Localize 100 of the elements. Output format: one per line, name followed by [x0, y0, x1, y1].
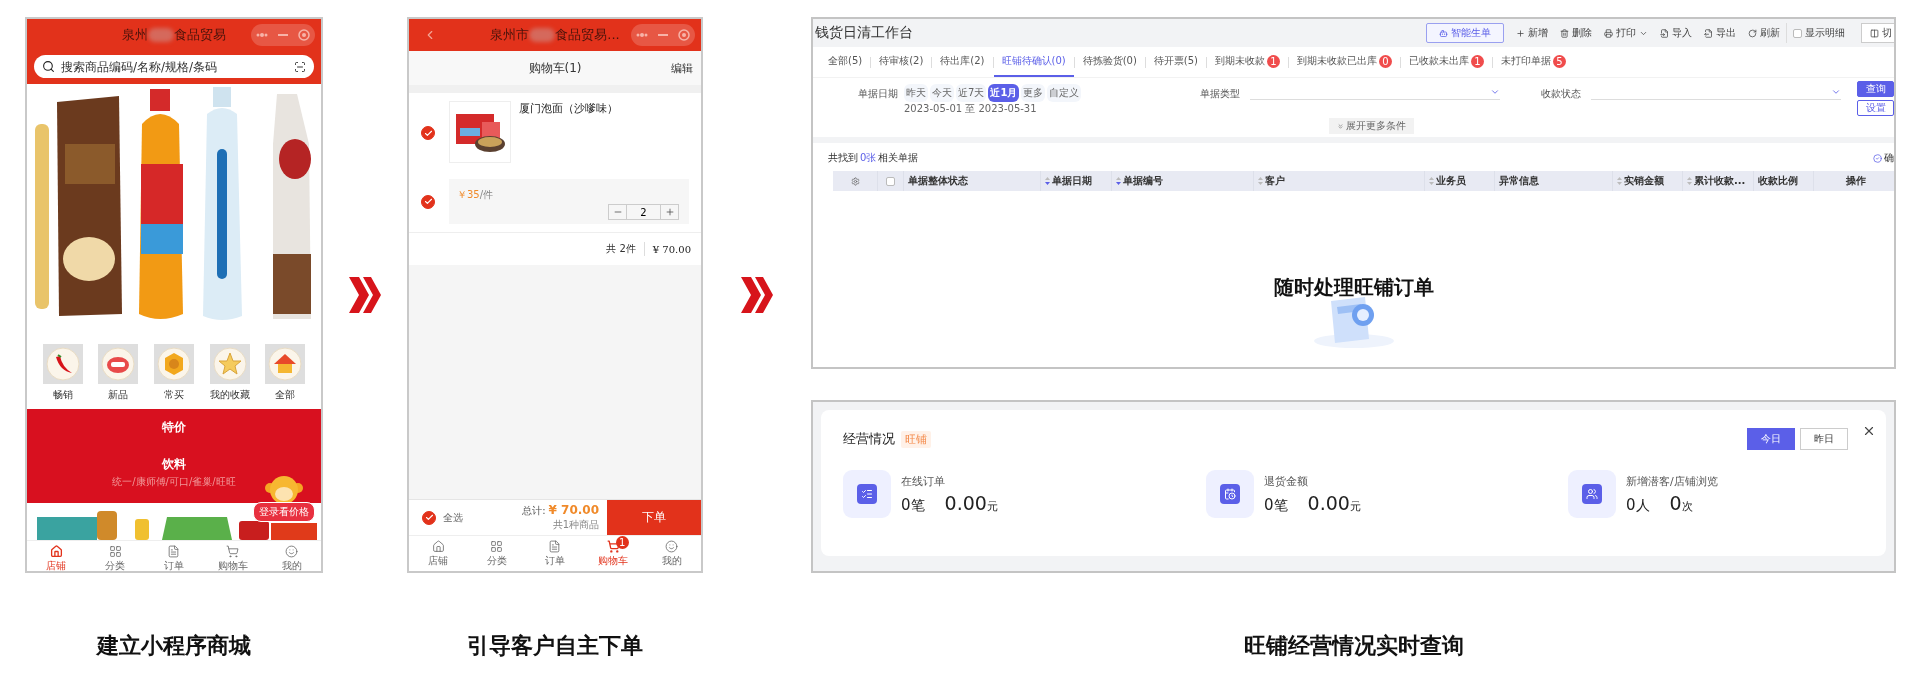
category-tile[interactable] [42, 344, 83, 384]
window-title: 泉州 [122, 26, 148, 44]
mini-program-capsule[interactable] [631, 24, 695, 46]
stat-label: 退货金额 [1264, 474, 1309, 489]
status-tab[interactable]: 待出库(2) [932, 47, 993, 77]
toolbar-button[interactable]: 导出 [1698, 23, 1742, 43]
category-tile[interactable] [265, 344, 306, 384]
select-all-label[interactable]: 全选 [443, 510, 463, 525]
check-circle-icon [1873, 153, 1882, 163]
overlay-caption: 随时处理旺铺订单 [1273, 275, 1434, 299]
category-label[interactable]: 畅销 [52, 388, 73, 402]
coin-icon [157, 347, 191, 381]
column-header[interactable]: 异常信息 [1499, 174, 1539, 188]
settings-button[interactable]: 设置 [1857, 100, 1894, 116]
tab[interactable]: 店铺 [27, 541, 86, 571]
column-header[interactable]: 业务员 [1436, 174, 1466, 188]
more-dots-icon[interactable] [636, 33, 648, 37]
date-chip[interactable]: 今天 [930, 84, 954, 102]
checkbox[interactable] [886, 176, 895, 186]
login-price-badge[interactable]: 登录看价格 [253, 502, 315, 522]
switch-view-button[interactable]: 切 [1861, 23, 1894, 43]
stat-value: 0.00元 [1307, 492, 1361, 514]
date-chip[interactable]: 更多 [1021, 84, 1046, 102]
category-tile[interactable] [209, 344, 250, 384]
checkbox-option[interactable]: 显示明细 [1786, 23, 1851, 43]
category-tile[interactable] [154, 344, 194, 384]
section-title[interactable]: 饮料 [162, 456, 186, 473]
checkbox[interactable] [422, 510, 436, 525]
tab[interactable]: 购物车 [203, 541, 263, 571]
status-tab[interactable]: 到期未收款已出库 0 [1289, 47, 1401, 77]
column-header[interactable]: 单据日期 [1052, 174, 1092, 188]
target-icon[interactable] [678, 29, 690, 41]
toolbar-button[interactable]: 删除 [1554, 23, 1598, 43]
checkbox[interactable] [421, 194, 435, 209]
settings-icon[interactable] [850, 176, 860, 186]
toolbar-button[interactable]: 导入 [1654, 23, 1698, 43]
unit-price: ￥35 [457, 189, 480, 200]
date-chip[interactable]: 昨天 [904, 84, 928, 102]
toolbar-button[interactable]: 新增 [1510, 23, 1554, 43]
tab[interactable]: 分类 [85, 541, 145, 571]
period-button[interactable]: 今日 [1747, 428, 1795, 450]
column-header[interactable]: 单据整体状态 [908, 174, 968, 188]
tab[interactable]: 店铺 [409, 536, 468, 571]
status-tab[interactable]: 待审核(2) [871, 47, 932, 77]
category-label[interactable]: 全部 [275, 388, 296, 402]
item-count: 共 2件 [606, 242, 645, 256]
status-tab[interactable]: 已收款未出库 1 [1401, 47, 1493, 77]
home-icon [431, 539, 445, 553]
column-header[interactable]: 单据编号 [1123, 174, 1163, 188]
column-header[interactable]: 实销金额 [1624, 174, 1664, 188]
target-icon[interactable] [298, 29, 310, 41]
cart-icon [606, 539, 620, 553]
tab[interactable]: 我的 [642, 536, 701, 571]
column-header[interactable]: 操作 [1846, 174, 1866, 188]
smart-order-button[interactable]: 智能生单 [1426, 23, 1504, 43]
quantity-stepper[interactable]: 2 [608, 204, 679, 220]
tab[interactable]: 购物车 1 [584, 536, 643, 571]
confirm-button[interactable]: 确 [1873, 151, 1894, 165]
stat-value: 0.00元 [944, 492, 998, 514]
query-button[interactable]: 查询 [1857, 81, 1894, 97]
window-title: 食品贸易 [174, 26, 226, 44]
checkbox[interactable] [421, 126, 435, 140]
expand-button[interactable]: 展开更多条件 [1329, 118, 1414, 134]
more-dots-icon[interactable] [256, 33, 268, 37]
tab[interactable]: 订单 [525, 536, 585, 571]
date-chip[interactable]: 自定义 [1047, 84, 1082, 102]
product-name: 厦门泡面（沙嗲味） [519, 101, 618, 116]
caption: 旺铺经营情况实时查询 [1242, 632, 1465, 660]
status-tab[interactable]: 全部(5) [820, 47, 871, 77]
plus-icon[interactable] [664, 207, 675, 217]
status-tab[interactable]: 到期未收款 1 [1207, 47, 1289, 77]
status-tab[interactable]: 未打印单据 5 [1493, 47, 1575, 77]
tab[interactable]: 分类 [467, 536, 526, 571]
toolbar-dropdown[interactable]: 打印 [1598, 23, 1654, 43]
edit-link[interactable]: 编辑 [671, 60, 693, 76]
scan-icon [294, 60, 306, 73]
status-tab[interactable]: 待拣验货(0) [1074, 47, 1145, 77]
category-label[interactable]: 新品 [108, 388, 129, 402]
count-badge: 1 [1471, 54, 1485, 68]
mini-program-capsule[interactable] [251, 24, 315, 46]
count-badge: 0 [1379, 54, 1393, 68]
close-icon[interactable] [1862, 424, 1876, 438]
date-chip[interactable]: 近1月 [988, 84, 1020, 102]
section-subtitle: 统一/康师傅/可口/雀巢/旺旺 [112, 475, 236, 489]
period-button[interactable]: 昨日 [1800, 428, 1848, 450]
category-label[interactable]: 我的收藏 [209, 388, 250, 402]
column-header[interactable]: 累计收款... [1694, 174, 1746, 188]
tab[interactable]: 订单 [144, 541, 204, 571]
date-chip[interactable]: 近7天 [956, 84, 987, 102]
order-button[interactable]: 下单 [607, 500, 701, 535]
category-tile[interactable] [98, 344, 139, 384]
toolbar-button[interactable]: 刷新 [1742, 23, 1786, 43]
status-tab[interactable]: 待开票(5) [1145, 47, 1207, 77]
tab[interactable]: 我的 [262, 541, 321, 571]
section-title[interactable]: 特价 [162, 419, 186, 436]
search-bar[interactable]: 搜索商品编码/名称/规格/条码 [34, 55, 314, 78]
checklist-icon [861, 488, 873, 500]
column-header[interactable]: 收款比例 [1758, 174, 1798, 188]
category-label[interactable]: 常买 [164, 388, 184, 402]
column-header[interactable]: 客户 [1265, 174, 1285, 188]
